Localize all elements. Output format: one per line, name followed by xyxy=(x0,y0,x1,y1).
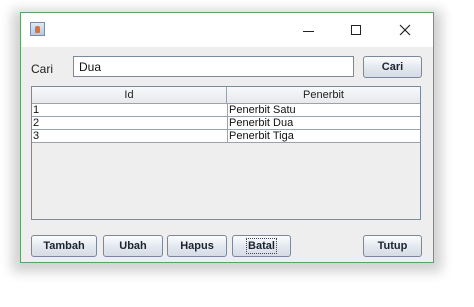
minimize-button[interactable] xyxy=(286,13,332,47)
cancel-button-label: Batal xyxy=(246,238,277,254)
table-row[interactable]: 3 Penerbit Tiga xyxy=(32,130,420,143)
search-label: Cari xyxy=(31,62,54,76)
maximize-icon xyxy=(351,25,361,35)
close-button[interactable] xyxy=(382,13,428,47)
search-button-label: Cari xyxy=(381,61,404,73)
add-button[interactable]: Tambah xyxy=(31,235,97,257)
app-window: Cari Dua Cari Id Penerbit 1 Penerbit Sat… xyxy=(20,12,434,263)
cell-penerbit: Penerbit Tiga xyxy=(227,130,421,142)
java-app-icon[interactable] xyxy=(30,22,45,36)
close-form-button[interactable]: Tutup xyxy=(363,235,422,257)
close-icon xyxy=(399,24,411,36)
minimize-icon xyxy=(303,31,314,32)
table-header: Id Penerbit xyxy=(32,87,420,104)
cell-id: 1 xyxy=(33,104,40,116)
cell-penerbit: Penerbit Dua xyxy=(227,117,421,129)
cancel-button[interactable]: Batal xyxy=(232,235,291,257)
edit-button[interactable]: Ubah xyxy=(103,235,163,257)
cell-id: 3 xyxy=(33,130,40,142)
column-header-id[interactable]: Id xyxy=(32,87,227,103)
column-header-penerbit[interactable]: Penerbit xyxy=(227,87,420,103)
table-row[interactable]: 2 Penerbit Dua xyxy=(32,117,420,130)
search-input[interactable]: Dua xyxy=(73,56,354,77)
maximize-button[interactable] xyxy=(334,13,380,47)
table-row[interactable]: 1 Penerbit Satu xyxy=(32,104,420,117)
edit-button-label: Ubah xyxy=(119,240,147,252)
cell-penerbit: Penerbit Satu xyxy=(227,104,421,116)
cell-id: 2 xyxy=(33,117,40,129)
publisher-table[interactable]: Id Penerbit 1 Penerbit Satu 2 Penerbit D… xyxy=(31,86,421,220)
add-button-label: Tambah xyxy=(43,240,85,252)
close-form-button-label: Tutup xyxy=(377,240,408,252)
title-bar[interactable] xyxy=(21,13,433,47)
search-button[interactable]: Cari xyxy=(363,56,422,78)
delete-button[interactable]: Hapus xyxy=(167,235,227,257)
delete-button-label: Hapus xyxy=(180,240,214,252)
